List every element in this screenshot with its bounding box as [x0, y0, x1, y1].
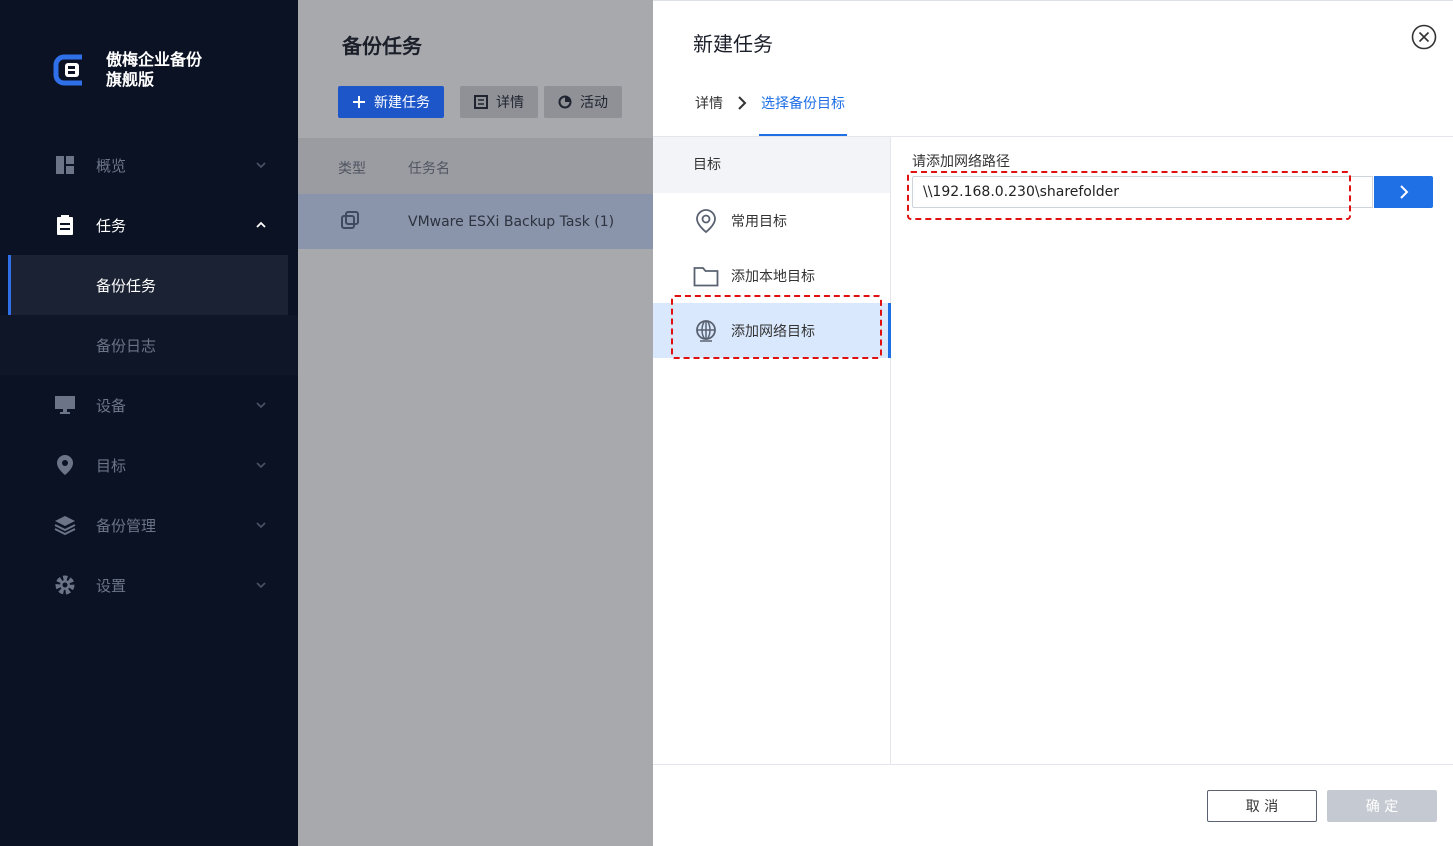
- cancel-button[interactable]: 取 消: [1207, 790, 1317, 822]
- new-task-label: 新建任务: [374, 95, 430, 111]
- confirm-path-button[interactable]: [1374, 176, 1433, 208]
- network-path-label: 请添加网络路径: [912, 154, 1010, 170]
- new-task-button[interactable]: 新建任务: [338, 86, 444, 118]
- chevron-down-icon: [256, 402, 266, 409]
- table-row[interactable]: VMware ESXi Backup Task (1): [298, 194, 653, 249]
- chevron-down-icon: [256, 582, 266, 589]
- drawer-title: 新建任务: [693, 32, 773, 56]
- sidebar-item-backup-tasks[interactable]: 备份任务: [8, 255, 288, 315]
- activity-label: 活动: [580, 95, 608, 111]
- target-type-list: 目标 常用目标 添加本地目标 添加网络目标: [653, 137, 891, 764]
- gear-icon: [54, 574, 76, 596]
- app-edition: 旗舰版: [106, 70, 155, 89]
- pie-chart-icon: [558, 95, 572, 109]
- nav-item-backup-management[interactable]: 备份管理: [0, 495, 298, 555]
- nav-item-devices[interactable]: 设备: [0, 375, 298, 435]
- app-logo: 傲梅企业备份 旗舰版: [52, 50, 202, 90]
- column-type: 类型: [338, 161, 366, 177]
- folder-icon: [693, 263, 719, 289]
- details-icon: [474, 95, 488, 109]
- nav-label: 目标: [96, 456, 127, 475]
- target-common[interactable]: 常用目标: [653, 193, 890, 248]
- chevron-right-icon: [738, 96, 747, 110]
- target-label: 添加本地目标: [731, 268, 815, 285]
- ok-button[interactable]: 确 定: [1327, 790, 1437, 822]
- nav-item-tasks[interactable]: 任务: [0, 195, 298, 255]
- nav-label: 任务: [96, 216, 127, 235]
- activity-button[interactable]: 活动: [544, 86, 622, 118]
- column-task-name: 任务名: [408, 161, 450, 177]
- chevron-right-icon: [1399, 185, 1408, 199]
- details-button[interactable]: 详情: [460, 86, 538, 118]
- close-icon[interactable]: [1411, 24, 1437, 50]
- nav-label: 概览: [96, 156, 127, 175]
- highlight-box: [671, 295, 882, 359]
- nav-item-targets[interactable]: 目标: [0, 435, 298, 495]
- sidebar-item-backup-log[interactable]: 备份日志: [0, 315, 298, 375]
- nav-item-overview[interactable]: 概览: [0, 135, 298, 195]
- sidebar: 傲梅企业备份 旗舰版 概览 任务 备份任务 备份日志 设备 目标 备份管理 设置: [0, 0, 298, 846]
- breadcrumb-select-target[interactable]: 选择备份目标: [761, 93, 845, 113]
- target-label: 常用目标: [731, 213, 787, 230]
- task-name: VMware ESXi Backup Task (1): [408, 214, 615, 230]
- logo-icon: [52, 51, 90, 89]
- app-name: 傲梅企业备份: [106, 50, 203, 69]
- breadcrumb: 详情 选择备份目标: [695, 93, 845, 113]
- breadcrumb-details[interactable]: 详情: [695, 93, 723, 113]
- location-pin-icon: [693, 208, 719, 234]
- table-header: 类型 任务名: [298, 138, 653, 194]
- nav-label: 备份管理: [96, 516, 157, 535]
- monitor-icon: [54, 394, 76, 416]
- nav-item-settings[interactable]: 设置: [0, 555, 298, 615]
- chevron-up-icon: [256, 221, 266, 228]
- clipboard-icon: [54, 214, 76, 236]
- plus-icon: [353, 96, 365, 108]
- details-label: 详情: [496, 95, 524, 111]
- layers-icon: [54, 514, 76, 536]
- dashboard-icon: [54, 154, 76, 176]
- page-title: 备份任务: [342, 34, 422, 58]
- location-pin-icon: [54, 454, 76, 476]
- vm-task-icon: [340, 210, 360, 234]
- nav-label: 设置: [96, 576, 127, 595]
- nav-label: 设备: [96, 396, 127, 415]
- target-list-header: 目标: [653, 137, 890, 193]
- highlight-box: [907, 171, 1351, 220]
- nav-menu: 概览 任务 备份任务 备份日志 设备 目标 备份管理 设置: [0, 135, 298, 615]
- new-task-drawer: 新建任务 详情 选择备份目标 目标 常用目标 添加本地目标 添加网络目标 请添加…: [653, 0, 1453, 846]
- chevron-down-icon: [256, 462, 266, 469]
- divider: [653, 764, 1453, 765]
- chevron-down-icon: [256, 522, 266, 529]
- chevron-down-icon: [256, 162, 266, 169]
